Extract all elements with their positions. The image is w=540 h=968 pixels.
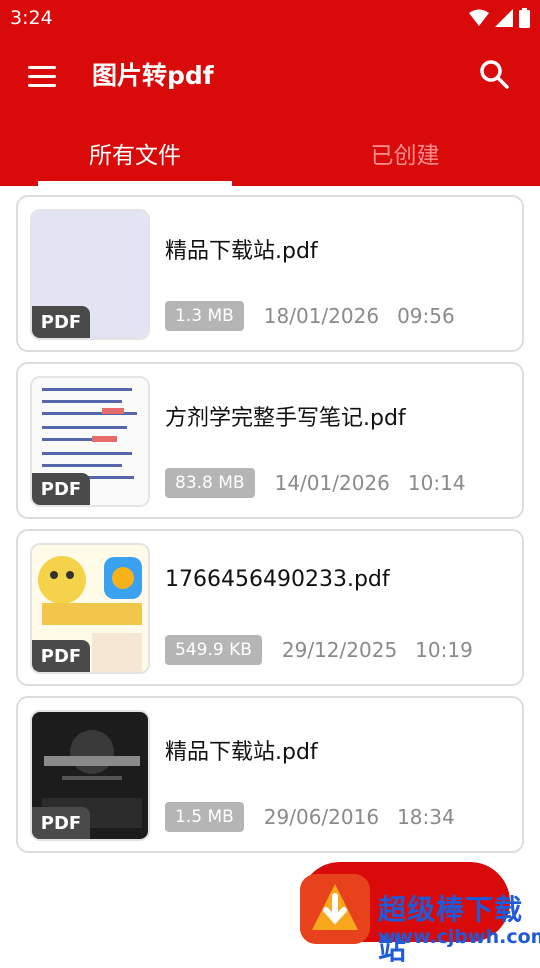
tab-label: 所有文件 (89, 143, 181, 169)
status-time: 3:24 (10, 7, 53, 29)
file-date: 14/01/2026 (274, 471, 390, 495)
file-meta: 549.9 KB 29/12/2025 10:19 (165, 635, 473, 665)
pdf-badge: PDF (32, 473, 90, 505)
file-time: 10:14 (407, 471, 466, 495)
signal-icon (495, 9, 513, 27)
file-card[interactable]: PDF 精品下载站.pdf 1.3 MB 18/01/2026 09:56 (16, 195, 524, 352)
tab-created[interactable]: 已创建 (270, 120, 540, 186)
file-meta: 83.8 MB 14/01/2026 10:14 (165, 468, 466, 498)
tab-label: 已创建 (370, 143, 440, 169)
wifi-icon (469, 9, 489, 26)
search-icon[interactable] (478, 58, 510, 90)
watermark: 超级棒下载站 www.cjbwh.com (298, 858, 540, 966)
pdf-badge: PDF (32, 306, 90, 338)
file-time: 18:34 (397, 805, 455, 829)
top-app-bar: 3:24 图片转pdf 所有文件 已创建 (0, 0, 540, 186)
file-card[interactable]: PDF 1766456490233.pdf 549.9 KB 29/12/202… (16, 529, 524, 686)
pdf-badge: PDF (32, 640, 90, 672)
battery-icon (519, 8, 530, 28)
file-name: 方剂学完整手写笔记.pdf (165, 406, 406, 431)
file-size: 1.5 MB (165, 802, 244, 832)
tab-all-files[interactable]: 所有文件 (0, 120, 270, 186)
file-thumbnail: PDF (30, 710, 150, 841)
status-bar: 3:24 (0, 0, 540, 36)
file-thumbnail: PDF (30, 376, 150, 507)
file-card[interactable]: PDF 方剂学完整手写笔记.pdf 83.8 MB 14/01/2026 10:… (16, 362, 524, 519)
pdf-badge: PDF (32, 807, 90, 839)
app-bar: 图片转pdf (0, 40, 540, 110)
file-meta: 1.3 MB 18/01/2026 09:56 (165, 301, 455, 331)
file-meta: 1.5 MB 29/06/2016 18:34 (165, 802, 455, 832)
file-time: 10:19 (415, 638, 473, 662)
file-date: 18/01/2026 (263, 304, 380, 328)
file-thumbnail: PDF (30, 543, 150, 674)
file-time: 09:56 (397, 304, 455, 328)
tab-indicator (38, 181, 232, 186)
menu-icon[interactable] (28, 58, 64, 94)
file-thumbnail: PDF (30, 209, 150, 340)
file-date: 29/06/2016 (263, 805, 380, 829)
tab-bar: 所有文件 已创建 (0, 120, 540, 186)
file-size: 1.3 MB (165, 301, 244, 331)
watermark-url: www.cjbwh.com (378, 926, 540, 948)
file-card[interactable]: PDF 精品下载站.pdf 1.5 MB 29/06/2016 18:34 (16, 696, 524, 853)
file-date: 29/12/2025 (281, 638, 398, 662)
file-name: 精品下载站.pdf (165, 239, 318, 264)
status-icons (469, 8, 530, 28)
file-size: 549.9 KB (165, 635, 262, 665)
download-logo-icon (300, 874, 370, 944)
file-name: 1766456490233.pdf (165, 567, 390, 592)
app-title: 图片转pdf (92, 61, 214, 90)
file-size: 83.8 MB (165, 468, 255, 498)
file-name: 精品下载站.pdf (165, 740, 318, 765)
